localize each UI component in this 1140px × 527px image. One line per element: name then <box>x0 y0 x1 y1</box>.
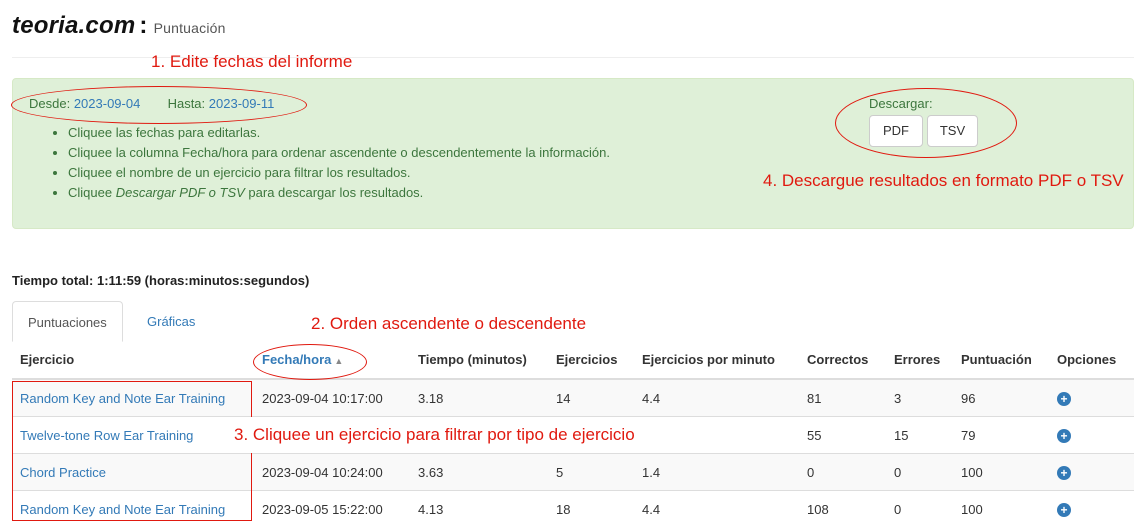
site-name[interactable]: teoria.com <box>12 12 135 39</box>
col-score: Puntuación <box>953 341 1049 379</box>
cell-datetime: 2023-09-04 10:24:00 <box>254 454 410 491</box>
annotation-circle-download <box>835 88 1017 158</box>
plus-circle-icon[interactable]: + <box>1057 392 1071 406</box>
cell-score: 100 <box>953 454 1049 491</box>
cell-exercises: 14 <box>548 379 634 417</box>
cell-per-minute: 4.4 <box>634 379 799 417</box>
cell-options: + <box>1049 454 1134 491</box>
col-options: Opciones <box>1049 341 1134 379</box>
cell-correct: 55 <box>799 417 886 454</box>
cell-errors: 15 <box>886 417 953 454</box>
cell-score: 79 <box>953 417 1049 454</box>
title-separator: : <box>139 12 147 39</box>
cell-options: + <box>1049 491 1134 527</box>
annotation-box-exercises <box>12 381 252 521</box>
cell-exercises: 18 <box>548 491 634 527</box>
col-exercises: Ejercicios <box>548 341 634 379</box>
cell-time: 3.18 <box>410 379 548 417</box>
instruction-item: Cliquee el nombre de un ejercicio para f… <box>68 163 610 183</box>
cell-time: 4.13 <box>410 491 548 527</box>
cell-time: 3.63 <box>410 454 548 491</box>
table-header-row: Ejercicio Fecha/hora▲ Tiempo (minutos) E… <box>12 341 1134 379</box>
cell-correct: 108 <box>799 491 886 527</box>
plus-circle-icon[interactable]: + <box>1057 503 1071 517</box>
cell-score: 100 <box>953 491 1049 527</box>
annotation-edit-dates: 1. Edite fechas del informe <box>151 52 352 72</box>
col-correct: Correctos <box>799 341 886 379</box>
cell-errors: 0 <box>886 491 953 527</box>
plus-circle-icon[interactable]: + <box>1057 429 1071 443</box>
plus-circle-icon[interactable]: + <box>1057 466 1071 480</box>
tab-charts[interactable]: Gráficas <box>132 301 210 342</box>
instruction-item: Cliquee las fechas para editarlas. <box>68 123 610 143</box>
cell-correct: 0 <box>799 454 886 491</box>
page-title: Puntuación <box>154 20 226 36</box>
cell-datetime: 2023-09-04 10:17:00 <box>254 379 410 417</box>
annotation-filter: 3. Cliquee un ejercicio para filtrar por… <box>234 425 635 445</box>
instruction-item: Cliquee Descargar PDF o TSV para descarg… <box>68 183 610 203</box>
annotation-sort: 2. Orden ascendente o descendente <box>311 314 586 334</box>
cell-errors: 0 <box>886 454 953 491</box>
col-exercise: Ejercicio <box>12 341 254 379</box>
annotation-circle-sort <box>253 344 367 380</box>
instructions-list: Cliquee las fechas para editarlas. Cliqu… <box>53 123 610 203</box>
site-title: teoria.com: Puntuación <box>12 12 226 40</box>
tab-scores[interactable]: Puntuaciones <box>12 301 123 342</box>
annotation-download: 4. Descargue resultados en formato PDF o… <box>763 171 1124 191</box>
col-errors: Errores <box>886 341 953 379</box>
col-per-minute: Ejercicios por minuto <box>634 341 799 379</box>
cell-errors: 3 <box>886 379 953 417</box>
cell-datetime: 2023-09-05 15:22:00 <box>254 491 410 527</box>
cell-score: 96 <box>953 379 1049 417</box>
cell-exercises: 5 <box>548 454 634 491</box>
cell-options: + <box>1049 379 1134 417</box>
col-time: Tiempo (minutos) <box>410 341 548 379</box>
cell-per-minute: 1.4 <box>634 454 799 491</box>
annotation-circle-dates <box>11 86 307 124</box>
cell-options: + <box>1049 417 1134 454</box>
total-time: Tiempo total: 1:11:59 (horas:minutos:seg… <box>12 273 309 288</box>
cell-per-minute: 4.4 <box>634 491 799 527</box>
cell-correct: 81 <box>799 379 886 417</box>
instruction-item: Cliquee la columna Fecha/hora para orden… <box>68 143 610 163</box>
